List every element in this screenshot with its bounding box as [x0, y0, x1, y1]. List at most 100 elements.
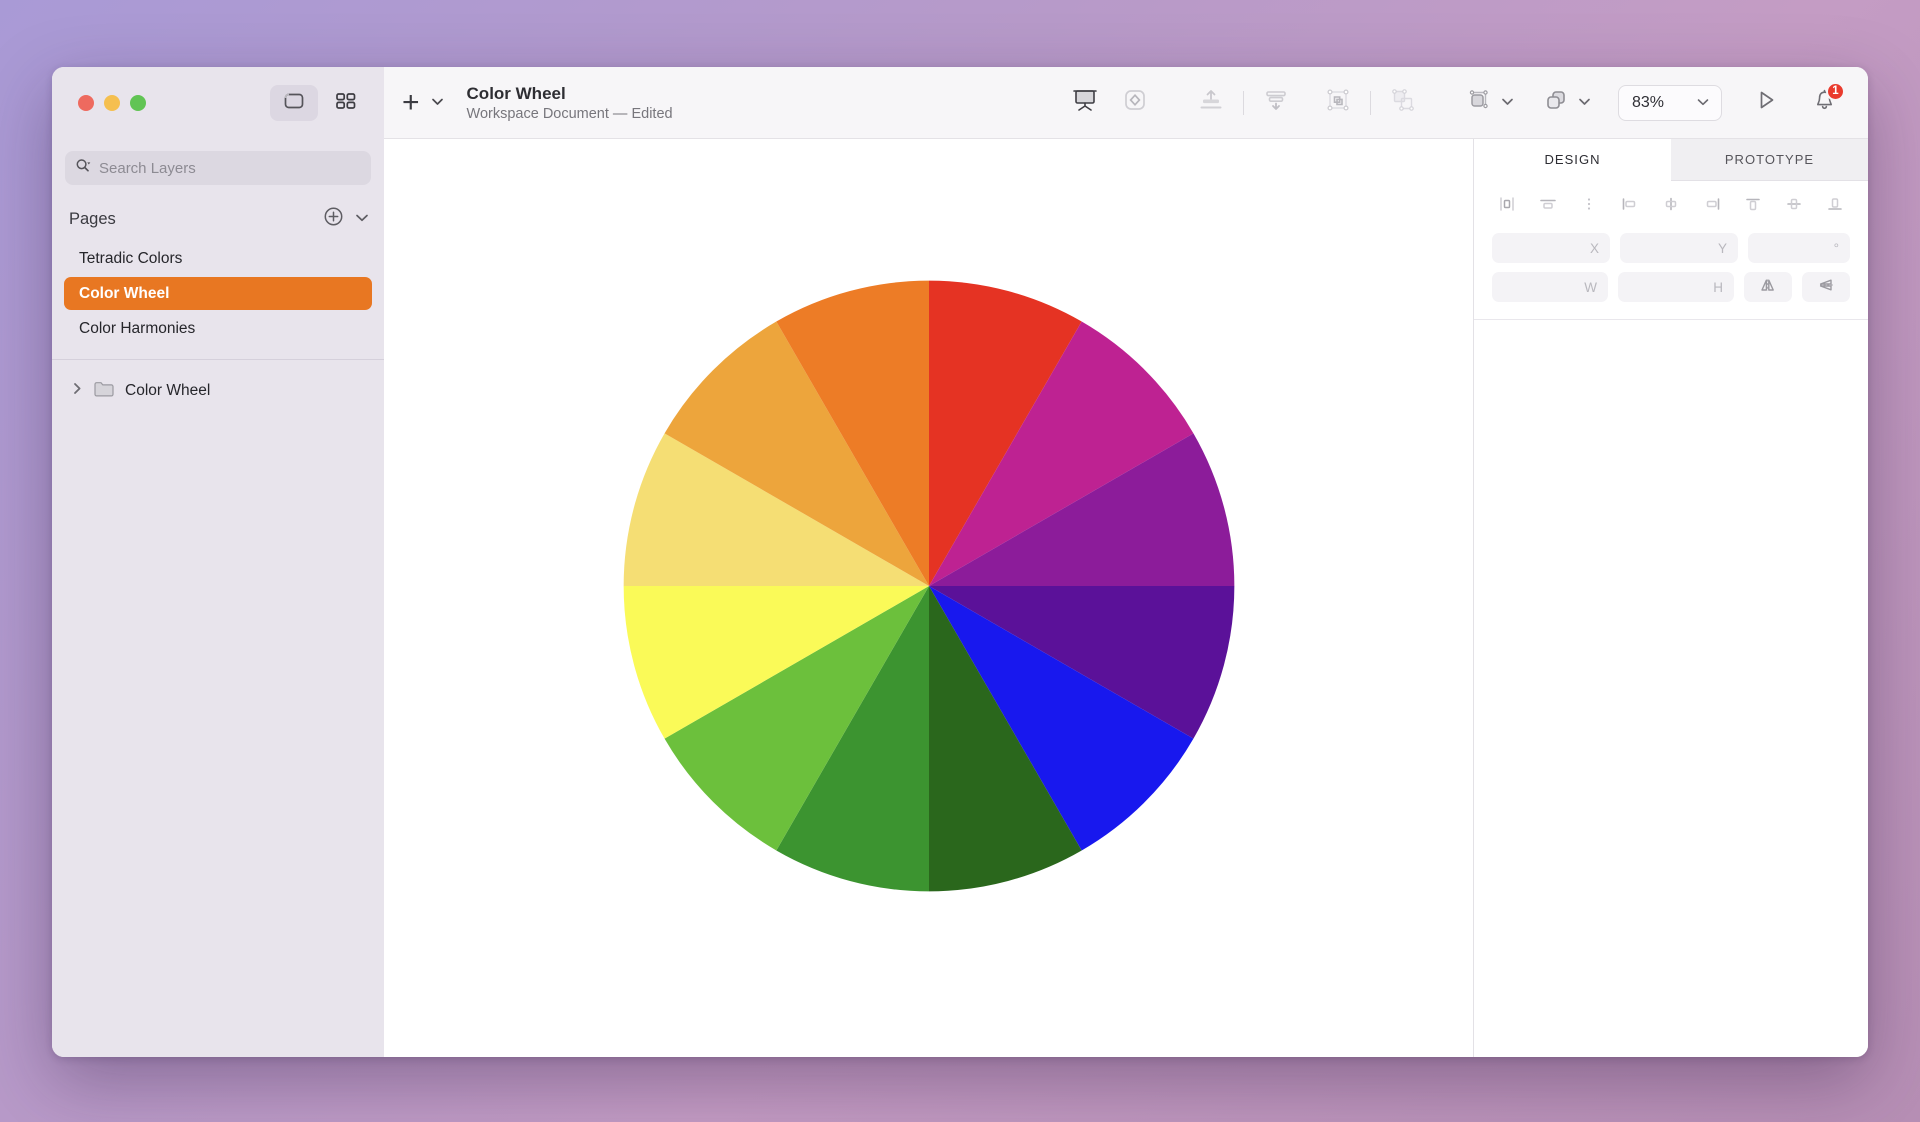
play-icon	[1755, 89, 1777, 116]
distribute-vertical-icon	[1263, 88, 1289, 117]
flip-horizontal-icon	[1759, 277, 1778, 298]
align-edge-right-icon	[1702, 196, 1722, 217]
align-vertical-center-icon	[1784, 196, 1804, 217]
page-title: Color Wheel	[467, 84, 673, 104]
zoom-level-value: 83%	[1632, 94, 1664, 112]
add-group: +	[402, 88, 445, 118]
inspector-divider	[1474, 319, 1868, 320]
window-body: Search Layers Pages Tet	[52, 139, 1868, 1057]
app-window: + Color Wheel Workspace Document — Edite…	[52, 67, 1868, 1057]
notifications-button[interactable]: 1	[1802, 81, 1846, 125]
color-wheel-artwork[interactable]	[619, 276, 1239, 896]
toolbar-divider-2	[1370, 91, 1371, 115]
position-row: X Y °	[1492, 233, 1850, 263]
layer-row[interactable]: Color Wheel	[52, 374, 384, 408]
tab-design[interactable]: DESIGN	[1474, 139, 1671, 181]
height-field[interactable]: H	[1618, 272, 1734, 302]
canvas-view-button[interactable]	[270, 85, 318, 121]
align-left-button[interactable]	[1492, 193, 1522, 219]
y-field[interactable]: Y	[1620, 233, 1738, 263]
boolean-ops-group	[1531, 81, 1596, 125]
group-selection-icon	[1325, 88, 1351, 117]
boolean-ops-dropdown-icon[interactable]	[1577, 95, 1592, 110]
align-bottom-edge-icon	[1825, 196, 1845, 217]
close-button[interactable]	[78, 95, 94, 111]
tab-prototype[interactable]: PROTOTYPE	[1671, 139, 1868, 181]
boolean-ops-icon	[1543, 88, 1569, 117]
toolbar-icon-group: 83%	[1060, 81, 1846, 125]
align-distribute-button[interactable]	[1574, 193, 1604, 219]
page-item-color-wheel[interactable]: Color Wheel	[64, 277, 372, 310]
flip-horizontal-button[interactable]	[1744, 272, 1792, 302]
flip-vertical-icon	[1817, 277, 1836, 298]
align-edge-right-button[interactable]	[1697, 193, 1727, 219]
group-selection-button[interactable]	[1313, 81, 1363, 125]
align-edge-left-icon	[1620, 196, 1640, 217]
grid-view-button[interactable]	[322, 85, 370, 121]
page-item-color-harmonies[interactable]: Color Harmonies	[64, 312, 372, 345]
shape-icon	[1122, 88, 1148, 117]
flip-vertical-button[interactable]	[1802, 272, 1850, 302]
shape-tool-button[interactable]	[1110, 81, 1160, 125]
transform-dropdown-icon[interactable]	[1500, 95, 1515, 110]
add-button[interactable]: +	[402, 88, 420, 118]
zoom-button[interactable]	[130, 95, 146, 111]
inspector-panel: DESIGN PROTOTYPE	[1473, 139, 1868, 1057]
align-top-edge-icon	[1743, 196, 1763, 217]
transform-group	[1454, 81, 1519, 125]
inspector-tabs: DESIGN PROTOTYPE	[1474, 139, 1868, 181]
plus-circle-icon[interactable]	[323, 206, 344, 232]
alignment-toolbar	[1474, 181, 1868, 229]
pages-header: Pages	[52, 193, 384, 241]
align-edge-center-button[interactable]	[1656, 193, 1686, 219]
preview-button[interactable]	[1744, 81, 1788, 125]
pages-label: Pages	[69, 210, 116, 229]
toolbar-divider-1	[1243, 91, 1244, 115]
search-input[interactable]: Search Layers	[65, 151, 371, 185]
align-left-icon	[1497, 196, 1517, 217]
align-edge-left-button[interactable]	[1615, 193, 1645, 219]
width-field[interactable]: W	[1492, 272, 1608, 302]
align-edge-center-icon	[1661, 196, 1681, 217]
canvas[interactable]	[384, 139, 1473, 1057]
artboard-tool-button[interactable]	[1060, 81, 1110, 125]
align-top-edge-button[interactable]	[1738, 193, 1768, 219]
grid-view-icon	[335, 91, 357, 116]
search-container: Search Layers	[52, 139, 384, 193]
traffic-lights	[78, 95, 146, 111]
zoom-dropdown-icon[interactable]	[1696, 94, 1710, 112]
titlebar-left	[52, 67, 384, 139]
search-icon	[75, 158, 92, 178]
ungroup-selection-button[interactable]	[1378, 81, 1428, 125]
transform-fields: X Y ° W H	[1474, 229, 1868, 311]
align-horizontal-center-button[interactable]	[1533, 193, 1563, 219]
canvas-view-icon	[283, 92, 305, 115]
sidebar-divider	[52, 359, 384, 360]
zoom-level-control[interactable]: 83%	[1618, 85, 1722, 121]
boolean-ops-button[interactable]	[1531, 81, 1581, 125]
align-horizontal-center-icon	[1538, 196, 1558, 217]
layer-label: Color Wheel	[125, 382, 210, 400]
align-top-icon	[1198, 88, 1224, 117]
chevron-down-icon[interactable]	[430, 94, 445, 112]
x-field[interactable]: X	[1492, 233, 1610, 263]
document-subtitle: Workspace Document — Edited	[467, 106, 673, 122]
rotation-field[interactable]: °	[1748, 233, 1850, 263]
search-placeholder: Search Layers	[99, 160, 196, 177]
transform-button[interactable]	[1454, 81, 1504, 125]
artboard-icon	[1072, 88, 1098, 117]
chevron-right-icon[interactable]	[72, 381, 83, 401]
view-toggle-group	[270, 85, 370, 121]
minimize-button[interactable]	[104, 95, 120, 111]
notification-badge: 1	[1826, 82, 1845, 101]
align-top-button[interactable]	[1186, 81, 1236, 125]
ungroup-selection-icon	[1390, 88, 1416, 117]
pages-options-chevron-down-icon[interactable]	[354, 210, 370, 228]
titlebar: + Color Wheel Workspace Document — Edite…	[52, 67, 1868, 139]
folder-icon	[93, 380, 115, 403]
transform-icon	[1466, 88, 1492, 117]
distribute-vertical-button[interactable]	[1251, 81, 1301, 125]
align-bottom-edge-button[interactable]	[1820, 193, 1850, 219]
align-vertical-center-button[interactable]	[1779, 193, 1809, 219]
page-item-tetradic-colors[interactable]: Tetradic Colors	[64, 242, 372, 275]
